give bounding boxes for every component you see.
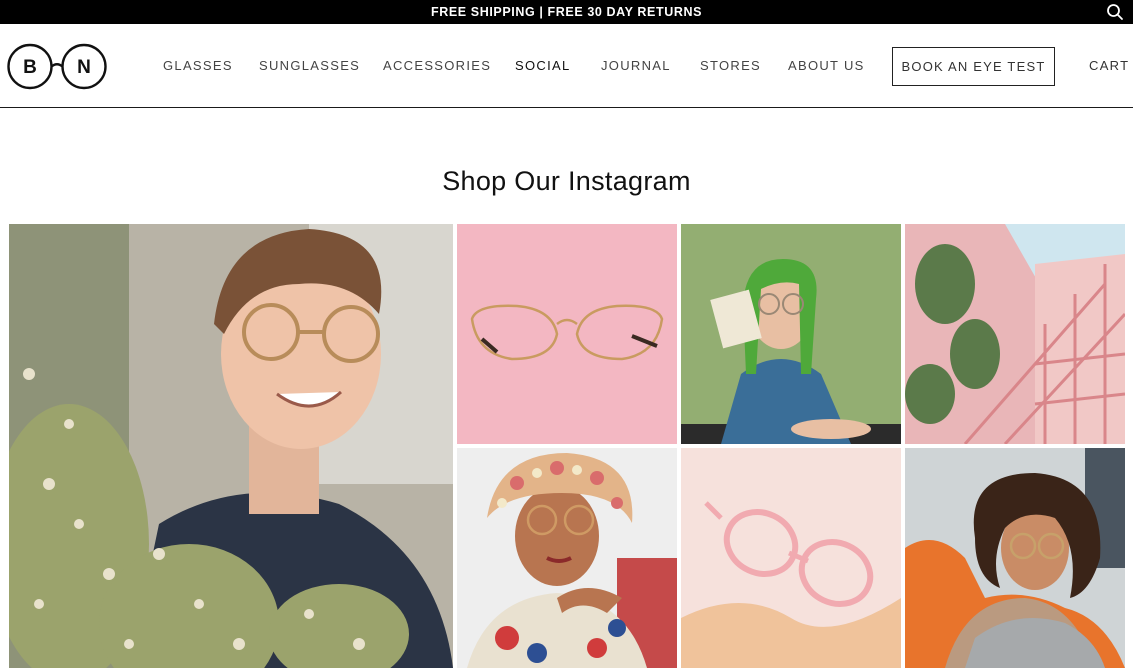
- clear-pink-glasses-image: [681, 448, 901, 668]
- nav-accessories[interactable]: ACCESSORIES: [383, 24, 491, 108]
- nav-stores[interactable]: STORES: [700, 24, 761, 108]
- cart-link[interactable]: CART: [1089, 24, 1129, 108]
- man-in-flowers-image: [9, 224, 453, 668]
- nav-about-us[interactable]: ABOUT US: [788, 24, 865, 108]
- nav-journal[interactable]: JOURNAL: [601, 24, 671, 108]
- nav-glasses[interactable]: GLASSES: [163, 24, 233, 108]
- ig-post-woman-orange-sweater[interactable]: [905, 448, 1125, 668]
- brand-logo[interactable]: B N: [7, 43, 107, 90]
- site-header: B N GLASSES SUNGLASSES ACCESSORIES SOCIA…: [0, 24, 1133, 108]
- logo-letter-n: N: [77, 57, 91, 78]
- announcement-bar: FREE SHIPPING | FREE 30 DAY RETURNS: [0, 0, 1133, 24]
- search-icon[interactable]: [1106, 3, 1124, 21]
- pink-staircase-image: [905, 224, 1125, 444]
- woman-orange-sweater-image: [905, 448, 1125, 668]
- nav-social[interactable]: SOCIAL: [515, 24, 570, 108]
- ig-post-clear-pink-glasses[interactable]: [681, 448, 901, 668]
- ig-post-woman-floral-hat[interactable]: [457, 448, 677, 668]
- ig-post-man-in-flowers[interactable]: [9, 224, 453, 668]
- instagram-section-title: Shop Our Instagram: [442, 166, 691, 196]
- gold-glasses-image: [457, 224, 677, 444]
- woman-green-hair-image: [681, 224, 901, 444]
- nav-sunglasses[interactable]: SUNGLASSES: [259, 24, 360, 108]
- ig-post-gold-glasses-pink[interactable]: [457, 224, 677, 444]
- ig-post-woman-green-hair[interactable]: [681, 224, 901, 444]
- announcement-text: FREE SHIPPING | FREE 30 DAY RETURNS: [430, 5, 703, 19]
- ig-post-pink-staircase[interactable]: [905, 224, 1125, 444]
- woman-floral-hat-image: [457, 448, 677, 668]
- book-eye-test-button[interactable]: BOOK AN EYE TEST: [892, 47, 1055, 86]
- logo-letter-b: B: [23, 57, 37, 78]
